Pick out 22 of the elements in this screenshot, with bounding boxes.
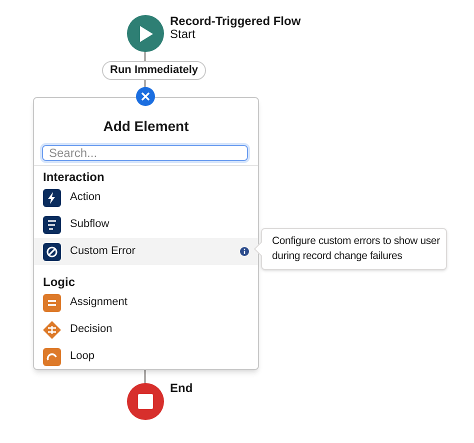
stop-icon [138, 394, 153, 409]
element-item[interactable]: Subflow [34, 211, 258, 238]
close-icon [141, 92, 150, 101]
section-heading: Interaction [42, 169, 106, 184]
run-pill[interactable]: Run Immediately [102, 61, 206, 80]
element-item[interactable]: Assignment [34, 289, 258, 316]
node-title: End [170, 380, 193, 397]
search-field[interactable]: Search... [42, 145, 248, 161]
panel-title: Add Element [102, 117, 190, 136]
element-item[interactable]: Loop [34, 343, 258, 370]
start-node[interactable] [127, 15, 164, 52]
info-icon[interactable] [240, 247, 249, 256]
section-heading: Logic [42, 274, 76, 289]
element-item[interactable]: Action [34, 184, 258, 211]
play-icon [138, 26, 152, 42]
element-item[interactable]: Custom Error [34, 238, 258, 265]
end-node[interactable] [127, 383, 164, 420]
node-subtitle: Start [170, 27, 196, 43]
tooltip: Configure custom errors to show user during record change failures [261, 228, 447, 270]
element-item[interactable]: Decision [34, 316, 258, 343]
node-title: Record-Triggered Flow [170, 13, 301, 30]
close-button[interactable] [136, 87, 155, 106]
